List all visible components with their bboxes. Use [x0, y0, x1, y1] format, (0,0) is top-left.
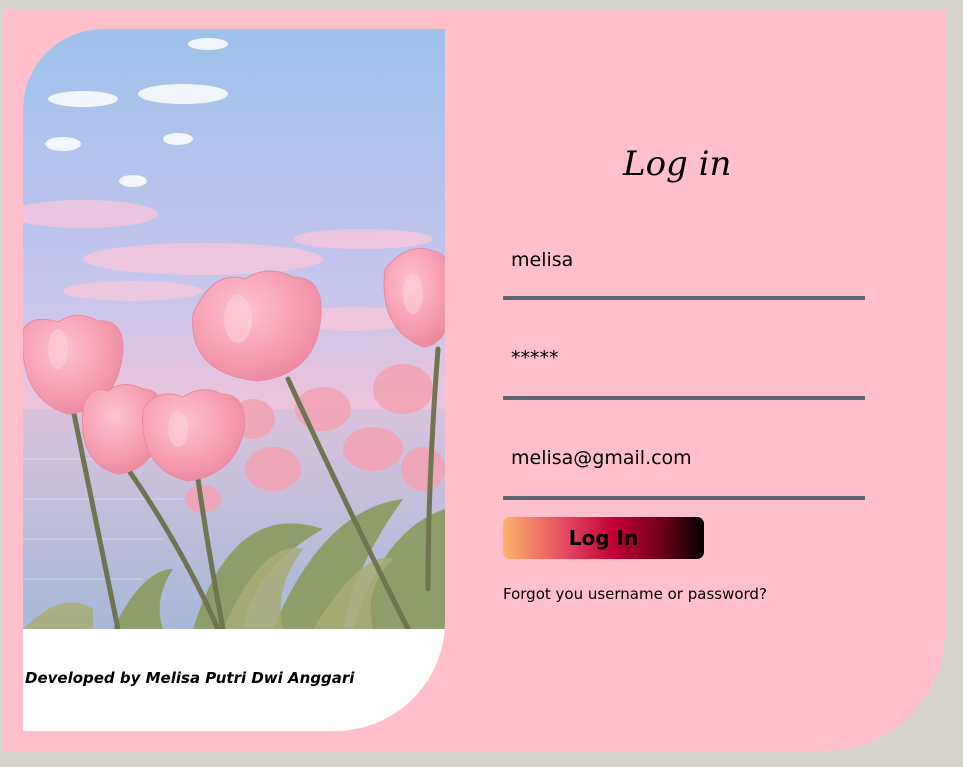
login-button[interactable]: Log In: [503, 517, 704, 559]
username-input[interactable]: [503, 245, 863, 275]
developer-credit: Developed by Melisa Putri Dwi Anggari: [25, 669, 355, 687]
email-field: [503, 443, 865, 500]
login-title: Log in: [623, 144, 732, 184]
login-card: Developed by Melisa Putri Dwi Anggari Lo…: [3, 9, 945, 751]
tulip-photo: [23, 29, 445, 629]
email-input[interactable]: [503, 443, 863, 473]
password-input[interactable]: [503, 343, 863, 373]
image-panel: Developed by Melisa Putri Dwi Anggari: [23, 29, 445, 731]
forgot-password-link[interactable]: Forgot you username or password?: [503, 585, 767, 603]
username-field: [503, 243, 865, 300]
password-field: [503, 343, 865, 400]
